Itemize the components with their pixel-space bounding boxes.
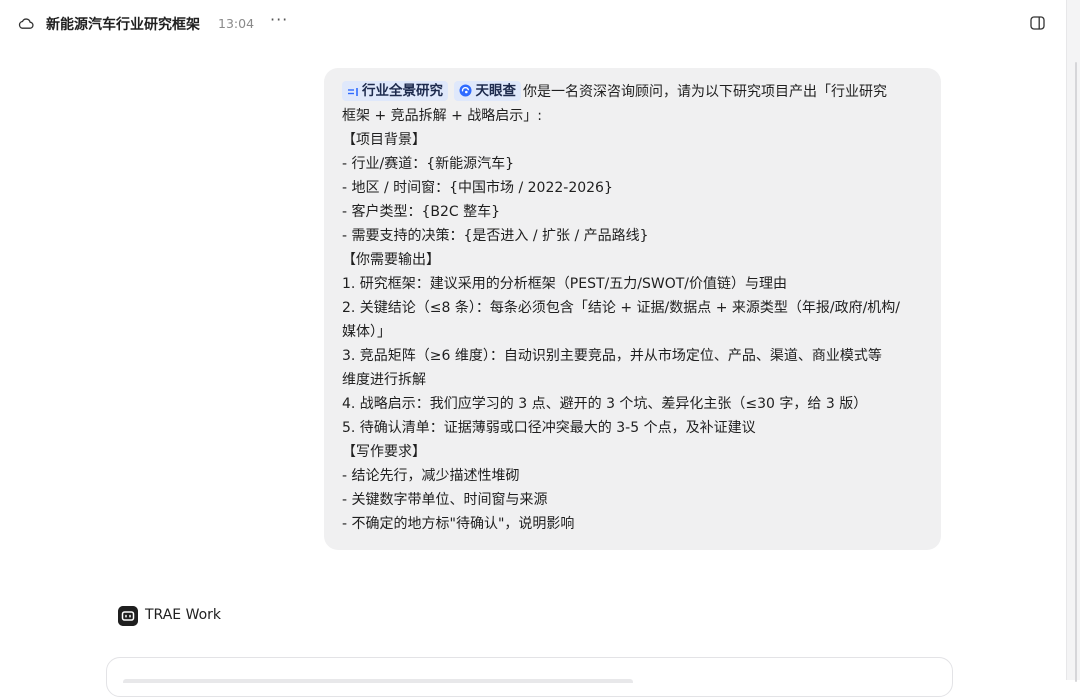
input-text-partial [123, 671, 633, 683]
skill-tag-label: 行业全景研究 [362, 83, 443, 99]
message-line: - 行业/赛道：{新能源汽车} [342, 156, 515, 172]
skill-tag[interactable]: 行业全景研究 [342, 81, 448, 101]
message-line: 【写作要求】 [342, 444, 426, 460]
message-line: 框架 + 竞品拆解 + 战略启示」: [342, 108, 542, 124]
sidebar-panel-icon[interactable] [1030, 16, 1045, 30]
tool-tag[interactable]: 天眼查 [454, 81, 521, 101]
message-line: 行业全景研究 天眼查 你是一名资深咨询顾问，请为以下研究项目产出「行业研究 [342, 80, 923, 104]
message-text: 你是一名资深咨询顾问，请为以下研究项目产出「行业研究 [522, 84, 887, 100]
message-line: 3. 竞品矩阵（≥6 维度）：自动识别主要竞品，并从市场定位、产品、渠道、商业模… [342, 348, 882, 364]
scrollbar-thumb[interactable] [1075, 62, 1077, 682]
conversation-time: 13:04 [218, 16, 255, 31]
cloud-icon [18, 18, 34, 29]
message-line: 4. 战略启示：我们应学习的 3 点、避开的 3 个坑、差异化主张（≤30 字，… [342, 396, 868, 412]
message-line: 1. 研究框架：建议采用的分析框架（PEST/五力/SWOT/价值链）与理由 [342, 276, 787, 292]
more-horizontal-icon[interactable]: ··· [270, 10, 288, 29]
message-line: - 结论先行，减少描述性堆砌 [342, 468, 520, 484]
tool-tag-label: 天眼查 [475, 83, 516, 99]
message-line: - 关键数字带单位、时间窗与来源 [342, 492, 548, 508]
message-input[interactable] [106, 657, 953, 697]
message-line: 维度进行拆解 [342, 372, 426, 388]
tianyancha-logo-icon [459, 84, 472, 97]
message-line: - 客户类型：{B2C 整车} [342, 204, 501, 220]
message-line: - 需要支持的决策：{是否进入 / 扩张 / 产品路线} [342, 228, 649, 244]
list-icon [348, 88, 358, 96]
message-line: 2. 关键结论（≤8 条）：每条必须包含「结论 + 证据/数据点 + 来源类型（… [342, 300, 901, 316]
message-line: 媒体）」 [342, 324, 391, 340]
message-line: 【项目背景】 [342, 132, 426, 148]
message-line: 【你需要输出】 [342, 252, 440, 268]
conversation-title[interactable]: 新能源汽车行业研究框架 [46, 14, 200, 34]
message-line: - 不确定的地方标"待确认"，说明影响 [342, 516, 575, 532]
scrollbar-track[interactable] [1066, 0, 1080, 680]
agent-name: TRAE Work [145, 607, 222, 623]
message-line: - 地区 / 时间窗：{中国市场 / 2022-2026} [342, 180, 613, 196]
user-message-bubble: 行业全景研究 天眼查 你是一名资深咨询顾问，请为以下研究项目产出「行业研究 框架 … [324, 68, 941, 550]
chat-bubble-icon [118, 606, 138, 626]
chat-header: 新能源汽车行业研究框架 13:04 ··· [0, 0, 1065, 48]
message-line: 5. 待确认清单：证据薄弱或口径冲突最大的 3-5 个点，及补证建议 [342, 420, 756, 436]
